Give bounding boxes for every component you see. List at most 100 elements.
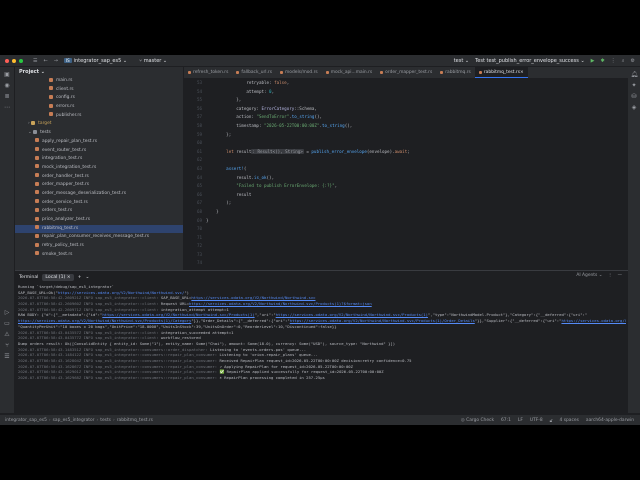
settings-icon[interactable]: ⚙ <box>631 58 635 64</box>
run-target-selector[interactable]: Test test_publish_error_envelope_success… <box>475 58 585 64</box>
code-line[interactable]: "Failed to publish ErrorEnvelope: {:?}", <box>206 182 410 191</box>
terminal-link[interactable]: https://services.odata.org/V2/Northwind/… <box>58 290 185 295</box>
tree-file-item[interactable]: client.rs <box>15 86 183 95</box>
notifications-icon[interactable]: 🔔︎ <box>631 71 639 78</box>
terminal-link[interactable]: https://services.odata.org/V2/Northwind/… <box>290 318 475 323</box>
code-line[interactable]: }; <box>206 131 410 140</box>
code-line[interactable]: assert!( <box>206 165 410 174</box>
code-line[interactable]: let result: Result<(), String> = publish… <box>206 148 410 157</box>
ai-assistant-icon[interactable]: ✦ <box>631 82 638 89</box>
close-window-icon[interactable] <box>5 58 9 63</box>
forward-icon[interactable]: → <box>54 58 58 64</box>
tree-folder-item[interactable]: ⌄ tests <box>15 129 183 138</box>
file-encoding[interactable]: UTF-8 <box>530 418 543 424</box>
indent-setting[interactable]: 4 spaces <box>560 418 579 424</box>
close-icon[interactable]: × <box>67 275 71 280</box>
breadcrumb-item[interactable]: rabbitmq_test.rs <box>117 418 153 423</box>
tree-file-item[interactable]: errors.rs <box>15 103 183 112</box>
code-line[interactable]: attempt: 0, <box>206 88 410 97</box>
tree-file-item[interactable]: main.rs <box>15 77 183 86</box>
project-panel-title[interactable]: Project <box>19 69 39 75</box>
tree-file-item[interactable]: order_mapper_test.rs <box>15 181 183 190</box>
tree-file-item[interactable]: integration_test.rs <box>15 155 183 164</box>
code-line[interactable]: result.is_ok(), <box>206 174 410 183</box>
code-line[interactable]: retryable: false, <box>206 79 410 88</box>
run-icon[interactable]: ▶ <box>591 58 595 64</box>
more-actions-icon[interactable]: ⋮ <box>611 58 616 64</box>
search-everywhere-icon[interactable]: ⌕ <box>622 58 625 64</box>
terminal-tab-local[interactable]: Local (1) × <box>42 273 74 281</box>
terminal-tool-icon[interactable]: ▭ <box>4 320 11 327</box>
breadcrumb-item[interactable]: integrator_sap_es5 <box>5 418 47 423</box>
services-tool-icon[interactable]: ▷ <box>4 309 11 316</box>
todo-tool-icon[interactable]: ☰ <box>4 353 11 360</box>
project-tool-icon[interactable]: ▣ <box>4 71 11 78</box>
build-target[interactable]: aarch64-apple-darwin <box>586 418 634 424</box>
tree-file-item[interactable]: event_router_test.rs <box>15 147 183 156</box>
problems-tool-icon[interactable]: ⚠ <box>4 331 11 338</box>
terminal-link[interactable]: https://services.odata.org/V2/Northwind/… <box>561 318 626 323</box>
terminal-link[interactable]: https://services.odata.org/V2/Northwind/… <box>191 295 315 300</box>
back-icon[interactable]: ← <box>43 58 47 64</box>
git-tool-icon[interactable]: ⑂ <box>4 342 11 349</box>
cargo-check-widget[interactable]: ◎ Cargo Check <box>461 418 494 424</box>
minimize-window-icon[interactable] <box>12 58 16 63</box>
code-line[interactable]: category: ErrorCategory::Schema, <box>206 105 410 114</box>
project-selector[interactable]: IS integrator_sap_es5 ⌄ <box>63 57 127 64</box>
editor-tab[interactable]: models/mod.rs <box>276 67 322 78</box>
minimize-panel-icon[interactable]: — <box>618 273 622 278</box>
breadcrumb-item[interactable]: sap_es5_integrator <box>53 418 95 423</box>
tree-file-item[interactable]: retry_policy_test.rs <box>15 242 183 251</box>
terminal-link[interactable]: https://services.odata.org/V2/Northwind/… <box>18 318 191 323</box>
tree-file-item[interactable]: config.rs <box>15 94 183 103</box>
terminal-link[interactable]: https://services.odata.org/V2/Northwind/… <box>276 312 428 317</box>
more-tools-icon[interactable]: ⋯ <box>4 104 11 111</box>
tree-file-item[interactable]: smoke_test.rs <box>15 251 183 260</box>
editor-tab[interactable]: refresh_token.rs <box>184 67 232 78</box>
code-line[interactable]: }, <box>206 96 410 105</box>
close-icon[interactable]: × <box>520 67 524 78</box>
maximize-window-icon[interactable] <box>19 58 23 63</box>
tree-file-item[interactable]: mock_integration_test.rs <box>15 164 183 173</box>
run-config-selector[interactable]: test ⌄ <box>454 58 469 64</box>
chevron-down-icon[interactable]: ⌄ <box>85 275 89 280</box>
code-area[interactable]: retryable: false, attempt: 0, }, categor… <box>206 79 410 234</box>
structure-tool-icon[interactable]: ≣ <box>4 93 11 100</box>
gradle-icon[interactable]: ◈ <box>631 104 638 111</box>
editor-tab[interactable]: rabbitmq.rs <box>436 67 475 78</box>
line-ending[interactable]: LF <box>518 418 523 424</box>
branch-selector[interactable]: ⑂ master ⌄ <box>139 58 167 64</box>
terminal-link[interactable]: https://services.odata.org/V2/Northwind/… <box>102 312 254 317</box>
tree-file-item[interactable]: publisher.rs <box>15 112 183 121</box>
code-line[interactable]: result <box>206 191 410 200</box>
debug-icon[interactable]: ✱ <box>601 58 605 64</box>
more-icon[interactable]: ⋮ <box>608 273 612 278</box>
code-line[interactable]: } <box>206 208 410 217</box>
commit-tool-icon[interactable]: ◉ <box>4 82 11 89</box>
cursor-position[interactable]: 67:1 <box>501 418 511 424</box>
tree-file-item[interactable]: price_analyzer_test.rs <box>15 216 183 225</box>
code-line[interactable] <box>206 139 410 148</box>
code-line[interactable]: timestamp: "2026-05-22T00:00:00Z".to_str… <box>206 122 410 131</box>
ai-agents-button[interactable]: AI Agents ⌄ <box>576 273 602 278</box>
tree-file-item[interactable]: order_service_test.rs <box>15 199 183 208</box>
lock-icon[interactable]: 🔓︎ <box>550 418 553 424</box>
terminal-output[interactable]: Running `target/debug/sap_es5_integrator… <box>18 284 626 381</box>
terminal-link[interactable]: https://services.odata.org/V2/Northwind/… <box>189 301 372 306</box>
tree-file-item[interactable]: order_handler_test.rs <box>15 173 183 182</box>
code-line[interactable] <box>206 225 410 234</box>
main-menu-icon[interactable]: ☰ <box>33 58 37 64</box>
tree-folder-item[interactable]: › target <box>15 120 183 129</box>
tree-file-item[interactable]: order_message_deserialization_test.rs <box>15 190 183 199</box>
editor-tab[interactable]: order_mapper_test.rs <box>376 67 436 78</box>
tree-file-item[interactable]: repair_plan_consumer_receives_message_te… <box>15 233 183 242</box>
code-line[interactable]: ); <box>206 199 410 208</box>
code-line[interactable]: action: "SendToError".to_string(), <box>206 113 410 122</box>
code-line[interactable]: } <box>206 217 410 226</box>
code-editor[interactable]: 53 54 55 56 57 58 59 60 61 62 63 64 65 66 67 68 69 70 71 72… <box>184 79 628 269</box>
editor-tab[interactable]: fallback_url.rs <box>232 67 276 78</box>
tree-file-item[interactable]: apply_repair_plan_test.rs <box>15 138 183 147</box>
tree-file-item[interactable]: orders_test.rs <box>15 207 183 216</box>
code-line[interactable] <box>206 156 410 165</box>
breadcrumb-item[interactable]: tests <box>100 418 111 423</box>
